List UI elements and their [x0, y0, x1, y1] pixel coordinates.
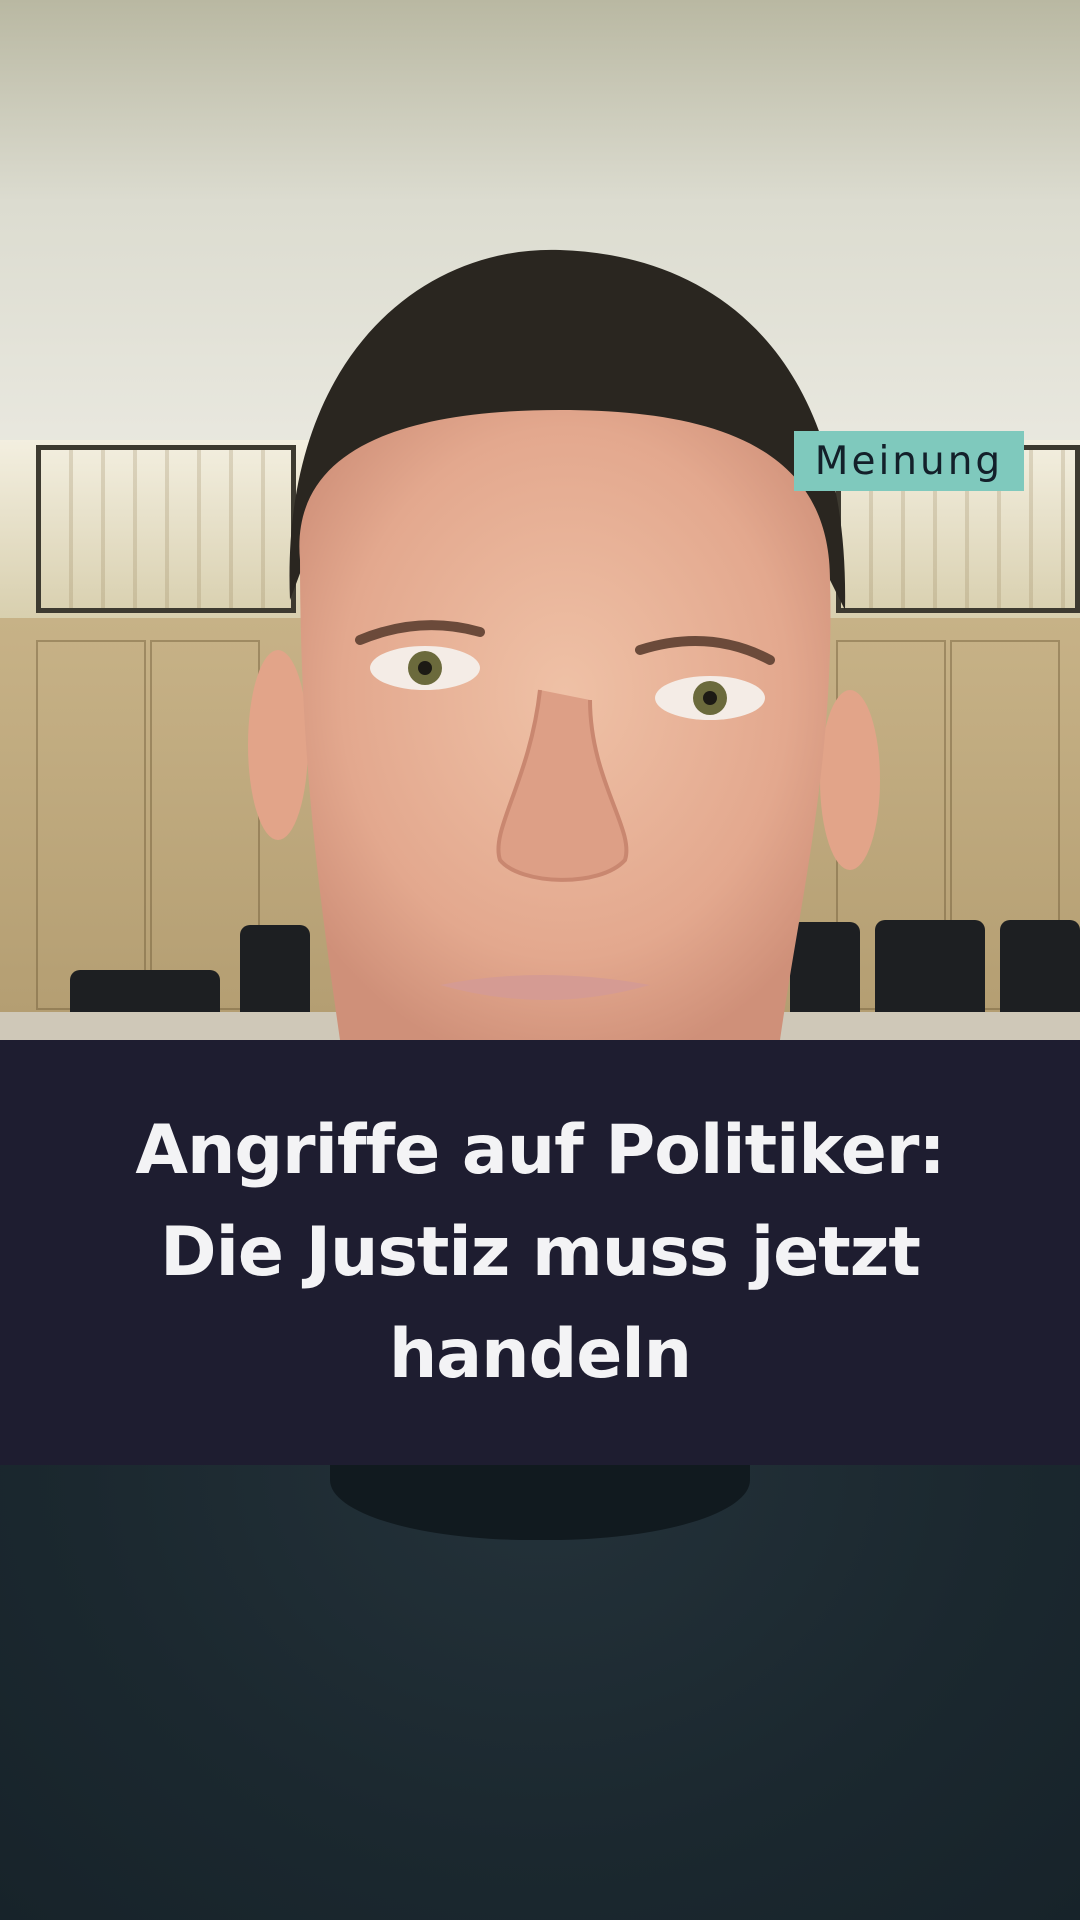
opinion-tag-label: Meinung	[814, 438, 1004, 484]
headline-banner: Angriffe auf Politiker: Die Justiz muss …	[0, 1040, 1080, 1465]
video-frame[interactable]: Meinung Angriffe auf Politiker: Die Just…	[0, 0, 1080, 1920]
headline-text: Angriffe auf Politiker: Die Justiz muss …	[135, 1110, 945, 1394]
person-face	[248, 249, 880, 1040]
opinion-tag: Meinung	[794, 431, 1024, 491]
ear-left	[248, 650, 308, 840]
ear-right	[820, 690, 880, 870]
